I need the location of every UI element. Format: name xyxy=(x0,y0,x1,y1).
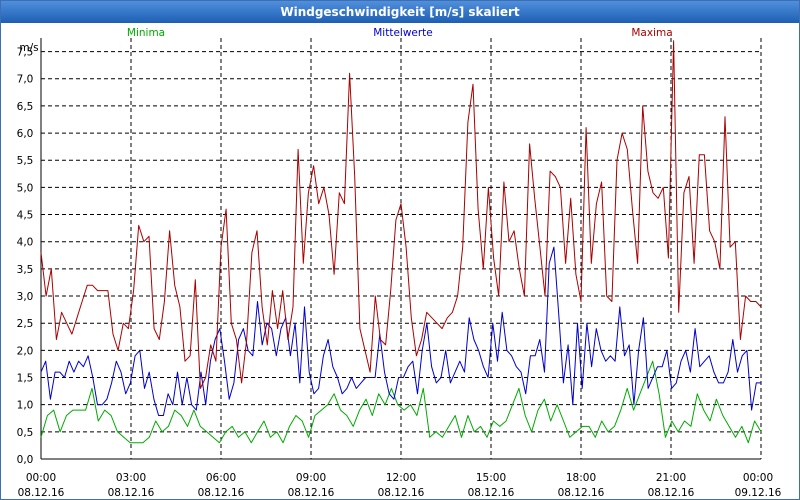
y-tick-label: 0,5 xyxy=(17,427,34,439)
x-tick-date: 08.12.16 xyxy=(648,487,695,499)
x-tick-date: 08.12.16 xyxy=(198,487,245,499)
x-tick-date: 08.12.16 xyxy=(18,487,65,499)
legend-label: Mittelwerte xyxy=(373,27,433,39)
x-tick-time: 12:00 xyxy=(386,472,416,484)
y-tick-label: 3,0 xyxy=(17,291,34,303)
x-tick-date: 09.12.16 xyxy=(735,487,782,499)
x-tick-date: 08.12.16 xyxy=(468,487,515,499)
y-tick-label: 1,5 xyxy=(17,373,34,385)
x-tick-date: 08.12.16 xyxy=(108,487,155,499)
x-tick-time: 00:00 xyxy=(743,472,773,484)
y-tick-label: 5,5 xyxy=(17,155,34,167)
x-tick-time: 21:00 xyxy=(656,472,686,484)
y-tick-label: 2,0 xyxy=(17,345,34,357)
y-tick-label: 4,0 xyxy=(17,237,34,249)
x-tick-time: 00:00 xyxy=(26,472,56,484)
y-tick-label: 2,5 xyxy=(17,318,34,330)
x-tick-time: 18:00 xyxy=(566,472,596,484)
legend-label: Minima xyxy=(127,27,165,39)
line-chart: 0,0 0,5 1,0 1,5 2,0 2,5 3,0 3,5 4,0 4,5 5,0 5,5 6,0 6… xyxy=(17,27,782,499)
y-tick-label: 5,0 xyxy=(17,182,34,194)
chart-window: Windgeschwindigkeit [m/s] skaliert 0,0 0,… xyxy=(0,0,800,500)
y-tick-label: 4,5 xyxy=(17,210,34,222)
x-tick-time: 06:00 xyxy=(206,472,236,484)
y-tick-label: 3,5 xyxy=(17,264,34,276)
x-tick-date: 08.12.16 xyxy=(378,487,425,499)
x-tick-time: 03:00 xyxy=(116,472,146,484)
x-tick-date: 08.12.16 xyxy=(558,487,605,499)
y-tick-label: 7,0 xyxy=(17,74,34,86)
y-tick-label: 6,5 xyxy=(17,101,34,113)
y-axis-label: m/s xyxy=(19,42,38,54)
x-tick-time: 09:00 xyxy=(296,472,326,484)
y-tick-label: 6,0 xyxy=(17,128,34,140)
grid xyxy=(41,38,762,459)
x-tick-date: 08.12.16 xyxy=(288,487,335,499)
legend-label: Maxima xyxy=(631,27,672,39)
y-tick-label: 1,0 xyxy=(17,400,34,412)
y-tick-label: 0,0 xyxy=(17,454,34,466)
x-tick-time: 15:00 xyxy=(476,472,506,484)
